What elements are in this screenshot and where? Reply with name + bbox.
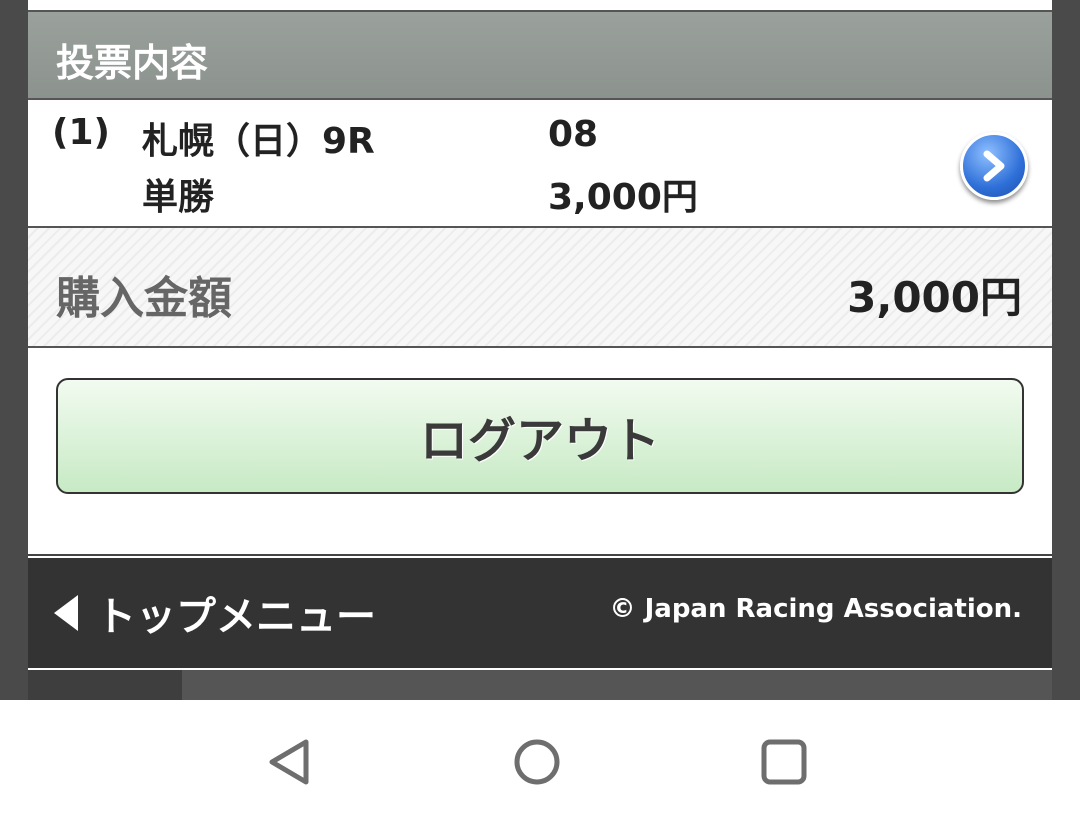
bet-amount: 3,000円 bbox=[548, 177, 698, 218]
total-label: 購入金額 bbox=[56, 273, 232, 324]
logout-button[interactable]: ログアウト bbox=[56, 378, 1024, 494]
page-content: 投票内容 (1) 札幌（日）9R 単勝 08 3,000円 購入金額 3,000… bbox=[28, 0, 1052, 700]
logout-area: ログアウト bbox=[28, 348, 1052, 556]
below-page-strip bbox=[28, 670, 1052, 700]
top-menu-link[interactable]: トップメニュー bbox=[54, 586, 376, 640]
race-name: 札幌（日）9R bbox=[142, 121, 375, 162]
recent-apps-button[interactable] bbox=[754, 732, 814, 792]
section-header: 投票内容 bbox=[28, 12, 1052, 100]
footer: トップメニュー © Japan Racing Association. bbox=[28, 558, 1052, 670]
back-button[interactable] bbox=[260, 732, 320, 792]
recent-square-icon bbox=[761, 739, 807, 785]
horse-number: 08 bbox=[548, 114, 599, 155]
vote-index: (1) bbox=[52, 112, 110, 153]
top-menu-label: トップメニュー bbox=[96, 594, 376, 640]
top-divider bbox=[28, 0, 1052, 12]
home-circle-icon bbox=[514, 739, 560, 785]
section-title: 投票内容 bbox=[56, 41, 209, 85]
detail-button[interactable] bbox=[960, 132, 1028, 200]
bet-type: 単勝 bbox=[142, 177, 215, 218]
total-value: 3,000円 bbox=[847, 273, 1022, 322]
back-triangle-icon bbox=[269, 739, 309, 785]
total-row: 購入金額 3,000円 bbox=[28, 228, 1052, 348]
below-page-shade bbox=[28, 670, 182, 700]
home-button[interactable] bbox=[507, 732, 567, 792]
vote-row[interactable]: (1) 札幌（日）9R 単勝 08 3,000円 bbox=[28, 100, 1052, 228]
copyright-text: © Japan Racing Association. bbox=[609, 594, 1022, 624]
android-navigation-bar bbox=[0, 700, 1080, 824]
chevron-right-icon bbox=[983, 150, 1005, 182]
left-triangle-icon bbox=[54, 595, 78, 631]
